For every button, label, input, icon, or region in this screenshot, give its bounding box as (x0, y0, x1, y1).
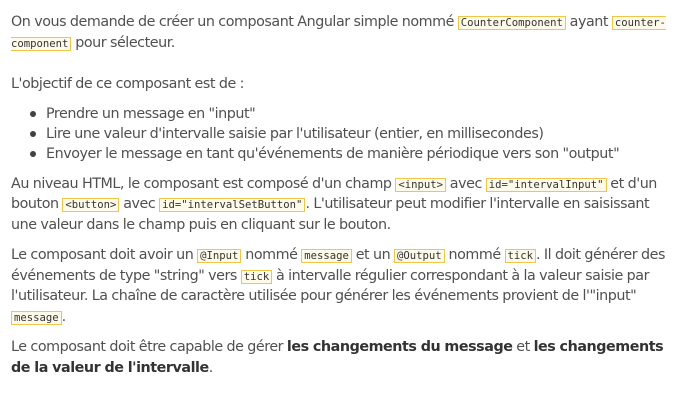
intro-text: ayant (565, 14, 612, 30)
bold-message-changes: les changements du message (286, 339, 513, 355)
input-decorator-code: @Input (197, 249, 242, 263)
objective-list: Prendre un message en "input" Lire une v… (11, 104, 673, 164)
intro-text: pour sélecteur. (71, 34, 175, 51)
interval-input-id-code: id="intervalInput" (485, 177, 607, 192)
tick-code: tick (240, 269, 273, 284)
bullet-icon (30, 130, 36, 137)
requirements-paragraph: Le composant doit être capable de gérer … (11, 337, 673, 378)
bullet-icon (30, 110, 36, 117)
output-decorator-code: @Output (394, 249, 445, 263)
message-code: message (301, 249, 352, 263)
io-text: nommé (444, 247, 505, 263)
message-code: message (11, 310, 62, 325)
tick-code: tick (504, 249, 537, 263)
intro-paragraph: On vous demande de créer un composant An… (11, 12, 673, 53)
requirements-text: et (512, 339, 534, 355)
intro-text: On vous demande de créer un composant An… (11, 14, 458, 30)
io-text: et un (351, 247, 395, 263)
list-item-text: Envoyer le message en tant qu'événements… (46, 145, 620, 162)
html-paragraph: Au niveau HTML, le composant est composé… (11, 174, 673, 236)
bullet-icon (30, 150, 36, 157)
io-paragraph: Le composant doit avoir un @Input nommé … (11, 245, 673, 327)
input-tag-code: <input> (395, 177, 447, 192)
io-text: nommé (241, 247, 302, 263)
html-text: Au niveau HTML, le composant est composé… (11, 175, 396, 192)
requirements-text: . (208, 359, 214, 376)
objective-paragraph: L'objectif de ce composant est de : (11, 76, 244, 92)
list-item: Prendre un message en "input" (30, 104, 673, 124)
requirements-text: Le composant doit être capable de gérer (11, 339, 287, 355)
button-tag-code: <button> (62, 198, 120, 212)
list-item-text: Prendre un message en "input" (46, 105, 256, 122)
exercise-statement: On vous demande de créer un composant An… (11, 12, 673, 378)
list-item: Envoyer le message en tant qu'événements… (30, 144, 673, 164)
component-name-code: CounterComponent (457, 16, 566, 30)
io-text: . (61, 308, 67, 325)
html-text: avec (119, 196, 160, 212)
html-text: avec (446, 175, 486, 192)
io-text: Le composant doit avoir un (11, 247, 198, 263)
interval-button-id-code: id="intervalSetButton" (159, 198, 306, 212)
list-item: Lire une valeur d'intervalle saisie par … (30, 124, 673, 144)
list-item-text: Lire une valeur d'intervalle saisie par … (46, 125, 544, 142)
